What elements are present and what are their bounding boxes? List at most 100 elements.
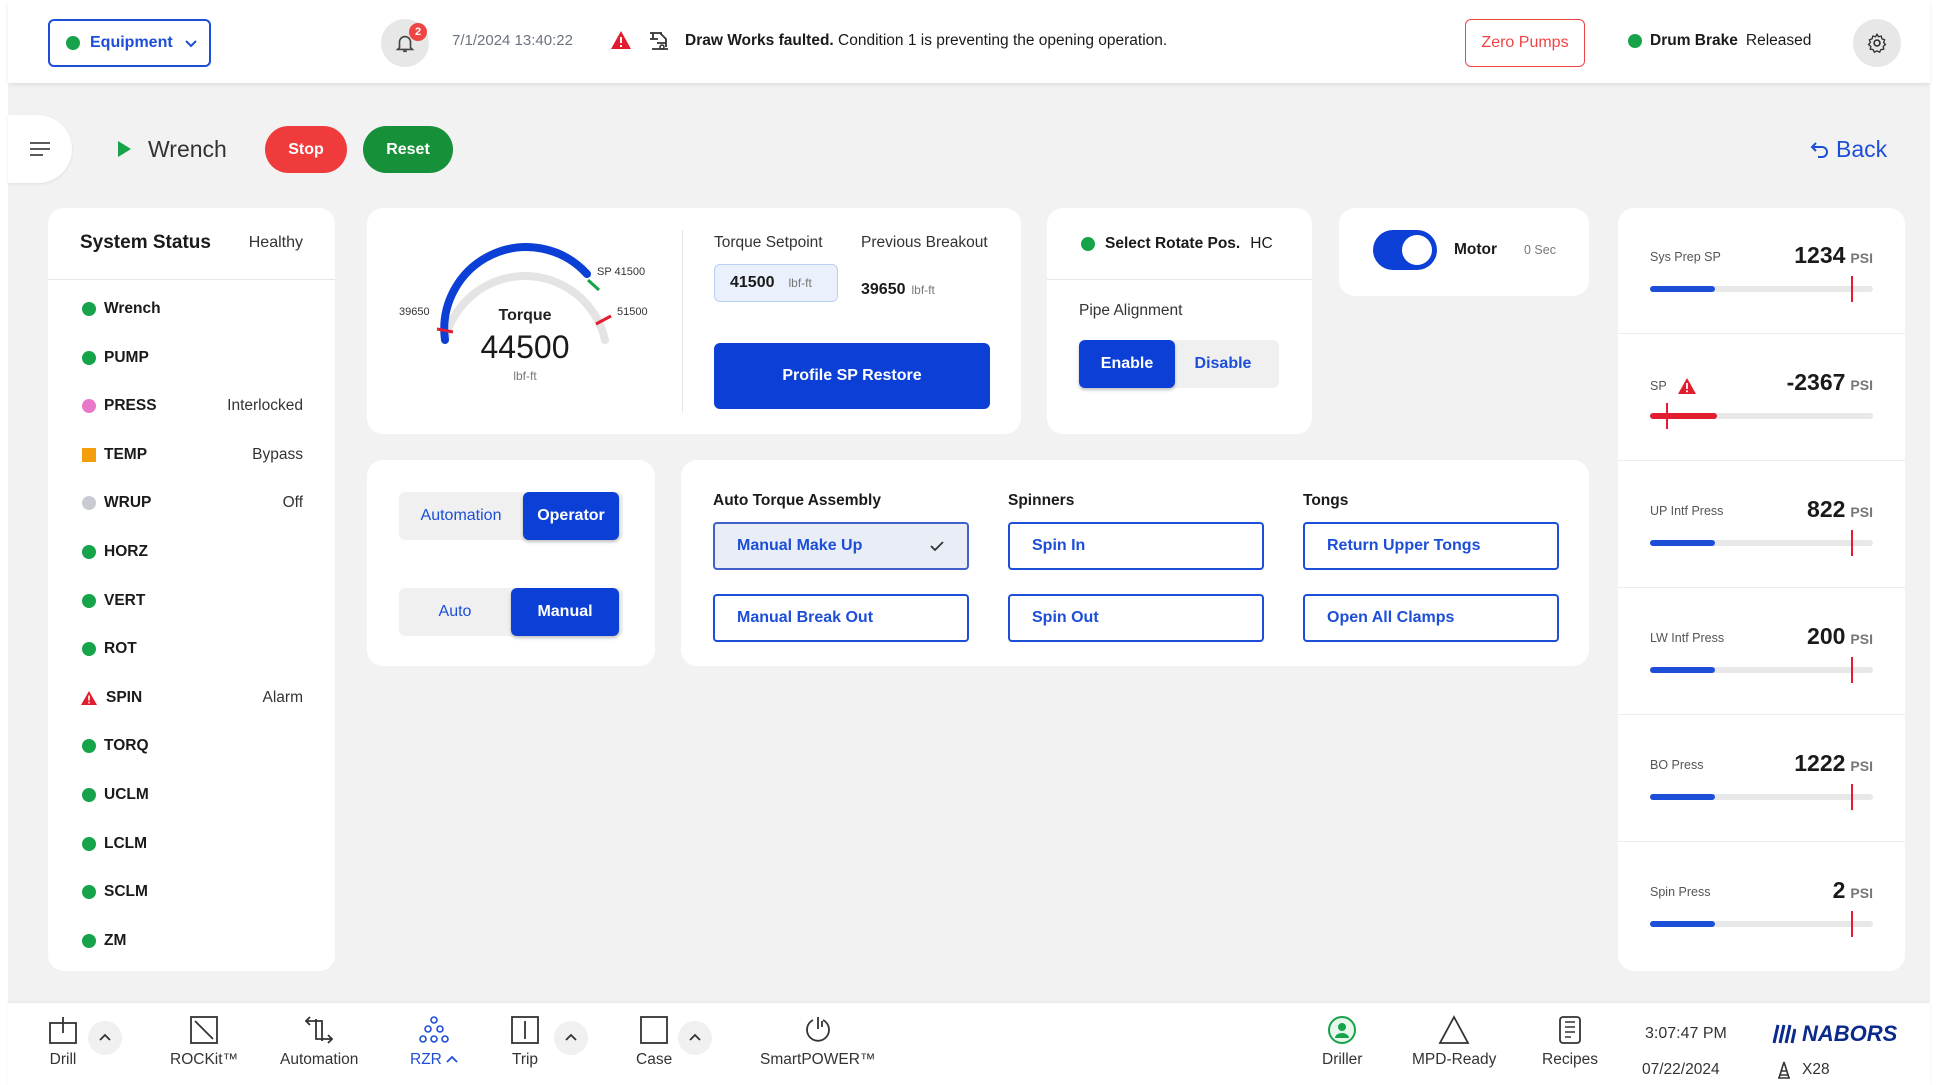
notification-badge: 2 xyxy=(409,23,427,41)
stop-button[interactable]: Stop xyxy=(265,126,347,173)
prev-breakout: 39650 lbf-ft xyxy=(861,281,935,299)
profile-sp-restore-button[interactable]: Profile SP Restore xyxy=(714,343,990,409)
nav-smartpower[interactable]: SmartPOWER™ xyxy=(760,1015,875,1069)
pressure-number: 200 xyxy=(1807,623,1846,649)
pressure-name: Sys Prep SP xyxy=(1650,250,1721,264)
run-mode-toggle: Auto Manual xyxy=(399,588,623,636)
rotate-position-value: HC xyxy=(1250,234,1273,252)
nav-rzr[interactable]: RZR xyxy=(410,1015,458,1069)
warning-icon xyxy=(1677,378,1696,394)
pressure-limit-marker xyxy=(1850,784,1853,810)
nav-driller[interactable]: Driller xyxy=(1322,1015,1362,1069)
status-dot xyxy=(82,642,96,657)
control-mode-toggle: Automation Operator xyxy=(399,492,623,540)
notifications-button[interactable]: 2 xyxy=(381,19,429,67)
operator-mode-button[interactable]: Operator xyxy=(523,492,619,540)
case-expand-button[interactable] xyxy=(678,1021,712,1055)
pressure-row: BO Press 1222 PSI xyxy=(1618,716,1905,842)
reset-button[interactable]: Reset xyxy=(363,126,453,173)
brand-name: NABORS xyxy=(1802,1021,1898,1046)
top-bar: Equipment 2 7/1/2024 13:40:22 Draw Works… xyxy=(8,0,1930,83)
pressure-name-text: LW Intf Press xyxy=(1650,631,1725,645)
operations-card: Auto Torque Assembly Spinners Tongs Manu… xyxy=(681,460,1589,666)
auto-button[interactable]: Auto xyxy=(399,588,511,636)
system-health: Healthy xyxy=(248,234,303,251)
nav-automation[interactable]: Automation xyxy=(280,1015,358,1069)
torque-setpoint-input[interactable]: 41500 lbf-ft xyxy=(714,264,838,302)
trip-expand-button[interactable] xyxy=(554,1021,588,1055)
chevron-up-icon xyxy=(99,1033,111,1041)
tongs-title: Tongs xyxy=(1303,492,1349,509)
torque-unit: lbf-ft xyxy=(513,369,537,383)
clock-date: 07/22/2024 xyxy=(1642,1061,1720,1078)
open-all-clamps-button[interactable]: Open All Clamps xyxy=(1303,594,1559,642)
app-root: Equipment 2 7/1/2024 13:40:22 Draw Works… xyxy=(8,0,1930,1085)
manual-button[interactable]: Manual xyxy=(511,588,619,636)
status-dot xyxy=(82,885,96,900)
system-status-name: PUMP xyxy=(104,348,149,366)
nav-rzr-text: RZR xyxy=(410,1051,442,1068)
nav-mpd-ready[interactable]: MPD-Ready xyxy=(1412,1015,1496,1069)
pressure-name-text: Sys Prep SP xyxy=(1650,250,1721,264)
chevron-up-icon xyxy=(565,1033,577,1041)
back-button[interactable]: Back xyxy=(1810,136,1887,163)
back-label: Back xyxy=(1836,136,1888,162)
manual-make-up-label: Manual Make Up xyxy=(737,537,863,554)
pressure-bar-fill xyxy=(1650,286,1715,292)
automation-mode-button[interactable]: Automation xyxy=(399,492,523,540)
prev-breakout-unit: lbf-ft xyxy=(911,283,935,297)
play-icon xyxy=(118,141,131,157)
equipment-dropdown[interactable]: Equipment xyxy=(48,19,211,67)
pressure-number: 2 xyxy=(1832,877,1846,903)
nav-case[interactable]: Case xyxy=(636,1015,672,1069)
spin-out-button[interactable]: Spin Out xyxy=(1008,594,1264,642)
pressure-value: 822 PSI xyxy=(1807,496,1873,523)
system-status-row: UCLM xyxy=(82,786,303,804)
case-icon xyxy=(640,1016,668,1044)
pressure-bar-fill xyxy=(1650,667,1715,673)
menu-button[interactable] xyxy=(8,115,72,183)
pressure-name-text: SP xyxy=(1650,379,1667,393)
nav-drill[interactable]: Drill xyxy=(48,1015,78,1069)
pressure-unit: PSI xyxy=(1850,250,1873,266)
draw-works-icon xyxy=(650,32,668,50)
chevron-up-icon xyxy=(689,1033,701,1041)
power-icon xyxy=(805,1017,830,1042)
system-status-header: System Status Healthy xyxy=(48,208,335,280)
drill-icon xyxy=(49,1017,77,1044)
pressure-limit-marker xyxy=(1850,276,1853,302)
nav-rockit[interactable]: ROCKit™ xyxy=(170,1015,238,1069)
drill-expand-button[interactable] xyxy=(88,1021,122,1055)
spin-in-button[interactable]: Spin In xyxy=(1008,522,1264,570)
system-status-name: ROT xyxy=(104,640,137,658)
nav-recipes[interactable]: Recipes xyxy=(1542,1015,1598,1069)
status-dot xyxy=(82,350,96,365)
rig-icon xyxy=(1778,1061,1790,1079)
brand-logo: NABORS xyxy=(1772,1021,1897,1047)
return-upper-tongs-button[interactable]: Return Upper Tongs xyxy=(1303,522,1559,570)
pipe-alignment-toggle: Enable Disable xyxy=(1079,340,1279,388)
torque-value: 44500 xyxy=(481,329,570,365)
triangle-icon xyxy=(1438,1015,1470,1044)
manual-make-up-button[interactable]: Manual Make Up xyxy=(713,522,969,570)
pressure-limit-marker xyxy=(1850,657,1853,683)
system-status-state: Interlocked xyxy=(227,397,303,415)
nav-trip[interactable]: Trip xyxy=(510,1015,540,1069)
rzr-icon xyxy=(419,1016,449,1043)
pressure-bar xyxy=(1650,784,1873,810)
nabors-logo-icon xyxy=(1772,1024,1796,1044)
zero-pumps-button[interactable]: Zero Pumps xyxy=(1465,19,1585,67)
enable-button[interactable]: Enable xyxy=(1079,340,1175,388)
manual-break-out-button[interactable]: Manual Break Out xyxy=(713,594,969,642)
system-status-row: ZM xyxy=(82,932,303,950)
system-status-row: ROT xyxy=(82,640,303,658)
motor-time: 0 Sec xyxy=(1524,243,1556,257)
status-dot xyxy=(82,593,96,608)
torque-card: 39650 SP 41500 51500 Torque 44500 lbf-ft… xyxy=(367,208,1021,434)
settings-button[interactable] xyxy=(1853,19,1901,67)
disable-button[interactable]: Disable xyxy=(1175,340,1271,388)
recipes-icon xyxy=(1559,1016,1581,1044)
motor-toggle[interactable] xyxy=(1373,230,1437,270)
gauge-max-label: 51500 xyxy=(617,306,648,318)
system-status-state: Off xyxy=(282,494,303,512)
